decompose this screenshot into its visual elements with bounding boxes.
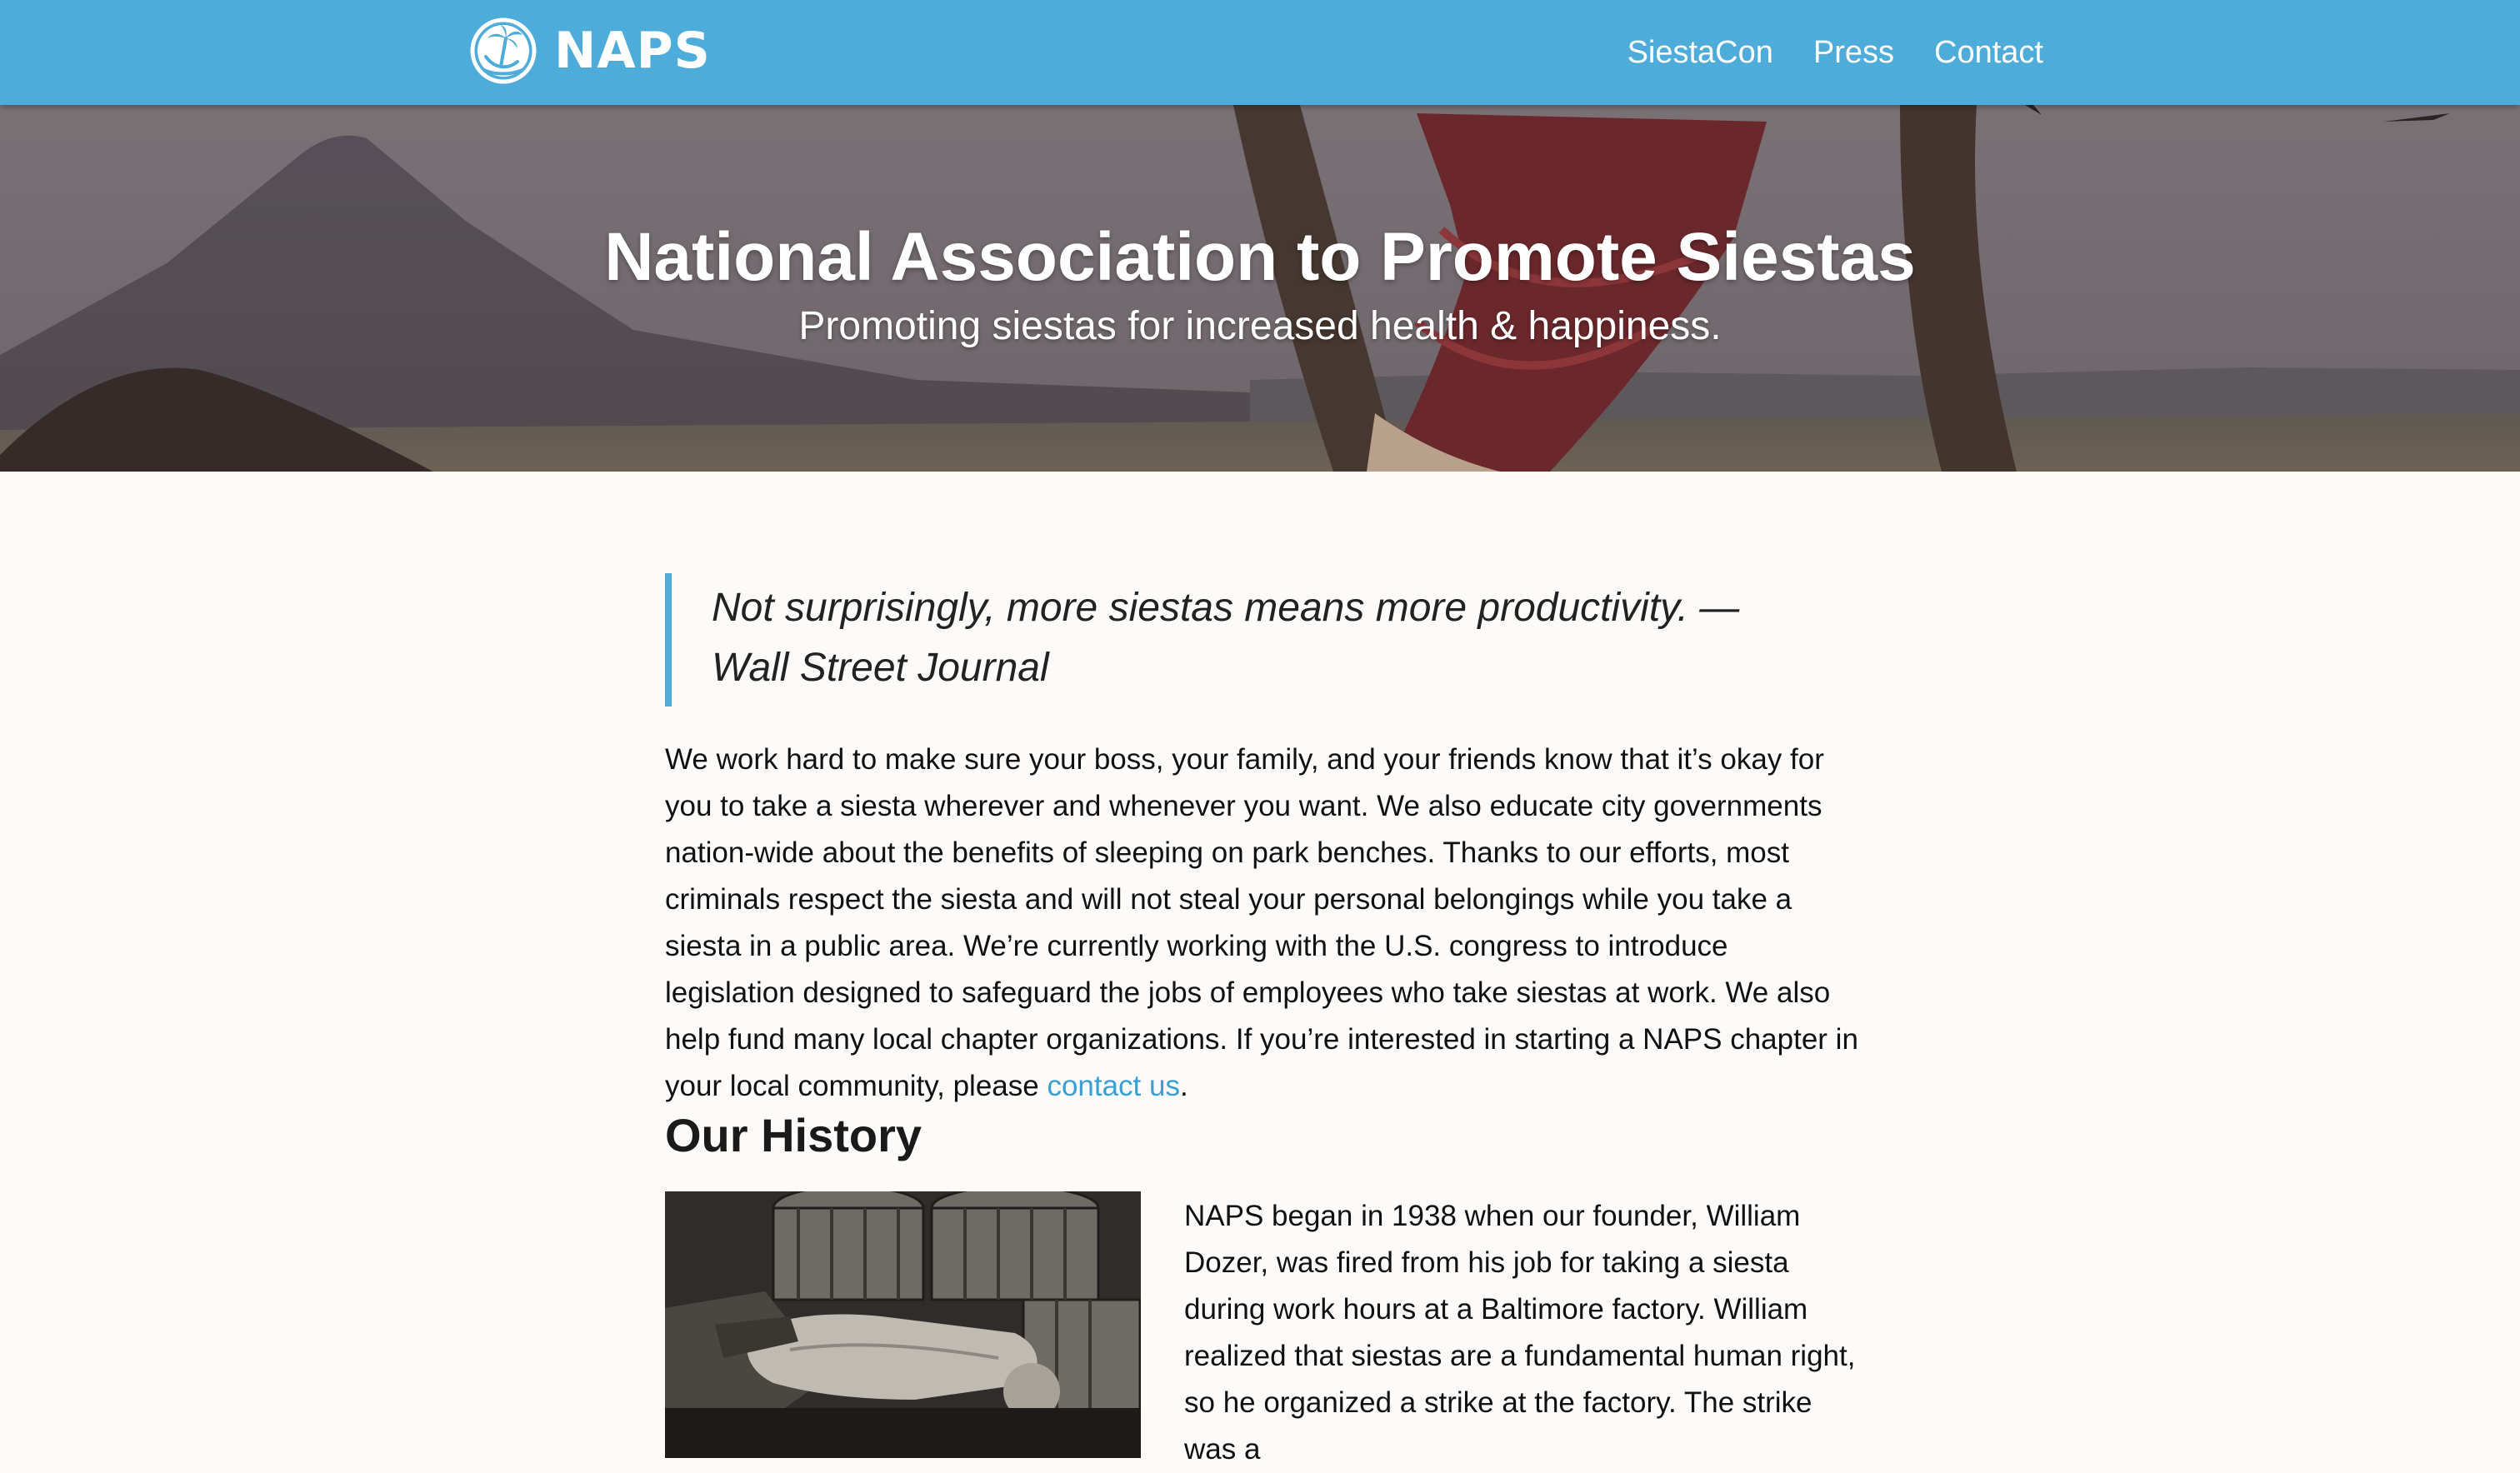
intro-text: We work hard to make sure your boss, you…	[665, 743, 1858, 1102]
hero-title: National Association to Promote Siestas	[604, 219, 1916, 295]
home-logo-link[interactable]: NAPS	[469, 15, 711, 87]
nav-links: SiestaCon Press Contact	[1628, 0, 2043, 105]
history-photo	[665, 1191, 1141, 1458]
logo-text: NAPS	[554, 22, 711, 80]
founder-sleeping-photo	[665, 1191, 1141, 1458]
history-text: NAPS began in 1938 when our founder, Wil…	[1184, 1200, 1856, 1466]
intro-paragraph: We work hard to make sure your boss, you…	[665, 736, 1865, 1110]
quote-text: Not surprisingly, more siestas means mor…	[712, 586, 1740, 690]
nav-link-siestacon[interactable]: SiestaCon	[1628, 35, 1773, 71]
nav-link-contact[interactable]: Contact	[1934, 35, 2043, 71]
contact-us-link[interactable]: contact us	[1047, 1070, 1180, 1102]
history-heading: Our History	[665, 1109, 922, 1161]
pull-quote: Not surprisingly, more siestas means mor…	[665, 573, 1857, 707]
intro-end: .	[1179, 1070, 1188, 1102]
palm-tree-hammock-icon	[470, 17, 537, 84]
hero-subtitle: Promoting siestas for increased health &…	[798, 304, 1722, 348]
top-nav: NAPS SiestaCon Press Contact	[0, 0, 2520, 105]
nav-link-press[interactable]: Press	[1813, 35, 1894, 71]
hero-banner: National Association to Promote Siestas …	[0, 105, 2520, 472]
